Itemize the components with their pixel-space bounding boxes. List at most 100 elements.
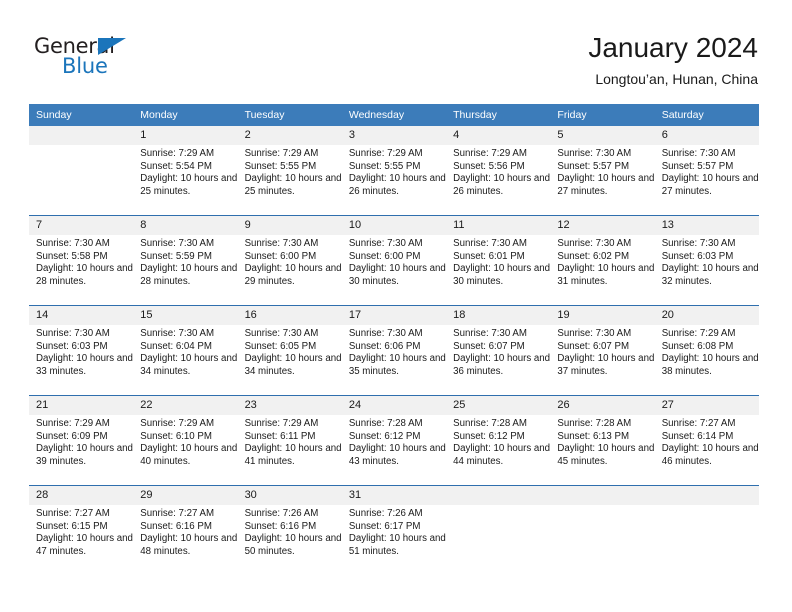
day-number[interactable]: 2	[238, 126, 342, 145]
day-number[interactable]: 3	[342, 126, 446, 145]
day-cell[interactable]: Sunrise: 7:30 AM Sunset: 6:00 PM Daylight:…	[238, 235, 342, 305]
day-cell[interactable]: Sunrise: 7:29 AM Sunset: 6:09 PM Daylight:…	[29, 415, 133, 485]
day-number[interactable]: 31	[342, 486, 446, 505]
day-cell[interactable]: Sunrise: 7:29 AM Sunset: 6:11 PM Daylight:…	[238, 415, 342, 485]
day-number[interactable]: 20	[655, 306, 759, 325]
sunset-text: Sunset: 6:02 PM	[557, 250, 630, 262]
day-number[interactable]	[550, 486, 654, 505]
day-cell[interactable]: Sunrise: 7:30 AM Sunset: 6:03 PM Daylight:…	[29, 325, 133, 395]
day-number[interactable]: 8	[133, 216, 237, 235]
daylight-text: Daylight: 10 hours and 43 minutes.	[348, 443, 446, 467]
day-cell[interactable]: Sunrise: 7:29 AM Sunset: 5:54 PM Daylight:…	[133, 145, 237, 215]
day-number[interactable]: 28	[29, 486, 133, 505]
day-number[interactable]: 24	[342, 396, 446, 415]
day-cell[interactable]: Sunrise: 7:30 AM Sunset: 6:04 PM Daylight:…	[133, 325, 237, 395]
day-cell[interactable]: Sunrise: 7:26 AM Sunset: 6:17 PM Daylight:…	[342, 505, 446, 575]
day-number[interactable]: 27	[655, 396, 759, 415]
day-number[interactable]	[446, 486, 550, 505]
day-cell[interactable]: Sunrise: 7:30 AM Sunset: 5:59 PM Daylight:…	[133, 235, 237, 305]
day-number[interactable]: 25	[446, 396, 550, 415]
day-cell[interactable]: Sunrise: 7:29 AM Sunset: 5:55 PM Daylight:…	[342, 145, 446, 215]
day-cell[interactable]: Sunrise: 7:28 AM Sunset: 6:12 PM Daylight:…	[446, 415, 550, 485]
day-number[interactable]: 18	[446, 306, 550, 325]
day-number[interactable]: 6	[655, 126, 759, 145]
sunset-text: Sunset: 6:11 PM	[244, 430, 316, 442]
sunset-text: Sunset: 6:09 PM	[36, 430, 108, 442]
day-number[interactable]: 19	[550, 306, 654, 325]
day-number[interactable]: 13	[655, 216, 759, 235]
sunset-text: Sunset: 6:05 PM	[244, 340, 317, 352]
day-number[interactable]: 23	[238, 396, 342, 415]
sunrise-text: Sunrise: 7:29 AM	[140, 418, 215, 429]
sunset-text: Sunset: 6:12 PM	[348, 430, 421, 442]
day-number[interactable]	[655, 486, 759, 505]
daylight-text: Daylight: 10 hours and 28 minutes.	[36, 263, 133, 287]
week-daynumber-band: 7 8 9 10 11 12 13	[29, 216, 759, 235]
day-cell[interactable]: Sunrise: 7:30 AM Sunset: 5:57 PM Daylight:…	[550, 145, 654, 215]
day-number[interactable]	[29, 126, 133, 145]
day-number[interactable]: 7	[29, 216, 133, 235]
day-cell[interactable]: Sunrise: 7:30 AM Sunset: 6:03 PM Daylight:…	[655, 235, 759, 305]
day-number[interactable]: 21	[29, 396, 133, 415]
day-cell[interactable]: Sunrise: 7:29 AM Sunset: 5:56 PM Daylight:…	[446, 145, 550, 215]
day-cell[interactable]: Sunrise: 7:30 AM Sunset: 6:05 PM Daylight:…	[238, 325, 342, 395]
day-number[interactable]: 9	[238, 216, 342, 235]
sunrise-text: Sunrise: 7:29 AM	[348, 148, 423, 159]
day-number[interactable]: 4	[446, 126, 550, 145]
day-number[interactable]: 22	[133, 396, 237, 415]
sunset-text: Sunset: 6:12 PM	[453, 430, 525, 442]
day-number[interactable]: 10	[342, 216, 446, 235]
week-daynumber-band: 14 15 16 17 18 19 20	[29, 306, 759, 325]
day-cell[interactable]	[446, 505, 550, 575]
day-number[interactable]: 5	[550, 126, 654, 145]
day-number[interactable]: 30	[238, 486, 342, 505]
day-number[interactable]: 14	[29, 306, 133, 325]
day-cell[interactable]: Sunrise: 7:27 AM Sunset: 6:15 PM Daylight:…	[29, 505, 133, 575]
day-cell[interactable]: Sunrise: 7:30 AM Sunset: 6:07 PM Daylight:…	[550, 325, 654, 395]
day-number[interactable]: 26	[550, 396, 654, 415]
sunset-text: Sunset: 5:58 PM	[36, 250, 108, 262]
week-detail-band: Sunrise: 7:27 AM Sunset: 6:15 PM Daylight:…	[29, 505, 759, 575]
sunset-text: Sunset: 6:08 PM	[661, 340, 734, 352]
sunrise-text: Sunrise: 7:28 AM	[453, 418, 527, 429]
sunset-text: Sunset: 6:07 PM	[453, 340, 525, 352]
sunrise-text: Sunrise: 7:26 AM	[244, 508, 319, 519]
day-number[interactable]: 16	[238, 306, 342, 325]
day-cell[interactable]: Sunrise: 7:30 AM Sunset: 5:58 PM Daylight:…	[29, 235, 133, 305]
sunset-text: Sunset: 6:16 PM	[244, 520, 317, 532]
sunrise-text: Sunrise: 7:29 AM	[661, 328, 736, 339]
day-number[interactable]: 12	[550, 216, 654, 235]
day-cell[interactable]	[655, 505, 759, 575]
day-cell[interactable]: Sunrise: 7:28 AM Sunset: 6:13 PM Daylight:…	[550, 415, 654, 485]
sunrise-text: Sunrise: 7:30 AM	[348, 238, 423, 249]
day-cell[interactable]	[29, 145, 133, 215]
weekday-header-wednesday: Wednesday	[348, 109, 405, 121]
day-number[interactable]: 29	[133, 486, 237, 505]
day-cell[interactable]: Sunrise: 7:30 AM Sunset: 5:57 PM Daylight:…	[655, 145, 759, 215]
daylight-text: Daylight: 10 hours and 27 minutes.	[661, 173, 759, 197]
day-cell[interactable]: Sunrise: 7:28 AM Sunset: 6:12 PM Daylight:…	[342, 415, 446, 485]
day-number[interactable]: 1	[133, 126, 237, 145]
sunrise-text: Sunrise: 7:30 AM	[140, 238, 215, 249]
sunrise-text: Sunrise: 7:29 AM	[244, 418, 319, 429]
weekday-header-saturday: Saturday	[661, 109, 704, 121]
day-number[interactable]: 11	[446, 216, 550, 235]
day-cell[interactable]: Sunrise: 7:30 AM Sunset: 6:01 PM Daylight:…	[446, 235, 550, 305]
sunrise-text: Sunrise: 7:27 AM	[140, 508, 215, 519]
sunset-text: Sunset: 5:59 PM	[140, 250, 212, 262]
daylight-text: Daylight: 10 hours and 47 minutes.	[36, 533, 133, 557]
day-cell[interactable]	[550, 505, 654, 575]
day-cell[interactable]: Sunrise: 7:27 AM Sunset: 6:16 PM Daylight:…	[133, 505, 237, 575]
day-number[interactable]: 15	[133, 306, 237, 325]
day-cell[interactable]: Sunrise: 7:29 AM Sunset: 6:10 PM Daylight:…	[133, 415, 237, 485]
day-cell[interactable]: Sunrise: 7:29 AM Sunset: 5:55 PM Daylight:…	[238, 145, 342, 215]
general-blue-logo[interactable]: General Blue	[34, 34, 154, 86]
day-cell[interactable]: Sunrise: 7:30 AM Sunset: 6:07 PM Daylight:…	[446, 325, 550, 395]
day-cell[interactable]: Sunrise: 7:29 AM Sunset: 6:08 PM Daylight:…	[655, 325, 759, 395]
day-cell[interactable]: Sunrise: 7:30 AM Sunset: 6:06 PM Daylight:…	[342, 325, 446, 395]
day-cell[interactable]: Sunrise: 7:27 AM Sunset: 6:14 PM Daylight:…	[655, 415, 759, 485]
day-cell[interactable]: Sunrise: 7:26 AM Sunset: 6:16 PM Daylight:…	[238, 505, 342, 575]
day-cell[interactable]: Sunrise: 7:30 AM Sunset: 6:02 PM Daylight:…	[550, 235, 654, 305]
day-number[interactable]: 17	[342, 306, 446, 325]
day-cell[interactable]: Sunrise: 7:30 AM Sunset: 6:00 PM Daylight:…	[342, 235, 446, 305]
